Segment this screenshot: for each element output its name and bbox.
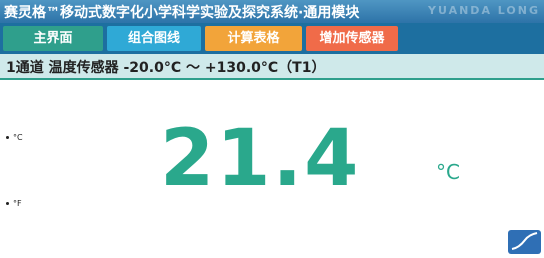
channel-bar: 1通道 温度传感器 -20.0°C ～ +130.0°C（T1）: [0, 54, 544, 80]
title-bar: 赛灵格™移动式数字化小学科学实验及探究系统·通用模块 YUANDA LONG: [0, 0, 544, 23]
tab-combined-lines[interactable]: 组合图线: [107, 26, 201, 51]
tab-main[interactable]: 主界面: [3, 26, 103, 51]
tab-bar: 主界面 组合图线 计算表格 增加传感器: [0, 23, 544, 54]
reading-unit: °C: [436, 160, 460, 184]
unit-option-celsius[interactable]: °C: [6, 133, 23, 142]
tab-add-sensor[interactable]: 增加传感器: [306, 26, 398, 51]
watermark-text: YUANDA LONG: [428, 4, 540, 17]
unit-fahrenheit-label: °F: [13, 199, 22, 208]
tab-calc-table[interactable]: 计算表格: [205, 26, 302, 51]
line-chart-icon: [511, 232, 538, 250]
app-title: 赛灵格™移动式数字化小学科学实验及探究系统·通用模块: [4, 5, 360, 21]
unit-option-fahrenheit[interactable]: °F: [6, 199, 22, 208]
reading-panel: °C °F 21.4 °C: [0, 80, 544, 255]
channel-label: 1通道 温度传感器 -20.0°C ～ +130.0°C（T1）: [6, 60, 326, 76]
radio-dot-icon: [6, 136, 9, 139]
unit-celsius-label: °C: [13, 133, 23, 142]
reading-value: 21.4: [160, 114, 361, 204]
chart-button[interactable]: [508, 230, 541, 254]
radio-dot-icon: [6, 202, 9, 205]
